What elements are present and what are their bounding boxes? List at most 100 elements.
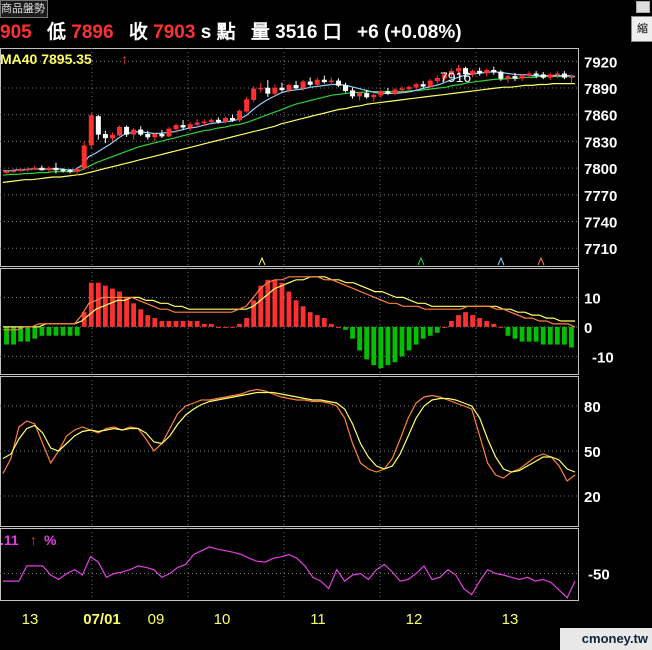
candle [152,134,158,138]
x-tick-label: 13 [22,611,39,628]
candle [512,76,518,79]
candle [328,80,334,83]
candle [378,91,384,96]
candle [526,73,532,76]
macd-bar [258,285,264,327]
macd-bar [159,321,165,327]
macd-bar [484,321,490,327]
candle [491,69,497,73]
indicator-arrow-icon: ↑ [30,532,37,548]
candle [215,119,221,123]
candle [159,134,165,137]
high-annotation: 7916 [440,69,471,85]
candle [568,76,574,78]
macd-bar [399,326,405,357]
macd-bar [378,326,384,369]
candle [350,90,356,97]
candle [46,167,52,171]
macd-bar [463,312,468,327]
candle [279,87,285,91]
candle [434,77,440,82]
candle [222,117,228,123]
macd-bar [74,326,80,336]
candle [18,169,24,172]
x-tick-label: 10 [214,611,231,628]
chart-canvas[interactable]: 7920 7890 7860 7830 7800 7770 7740 7710 7916 MA40… [0,0,652,650]
macd-bar [314,315,320,327]
macd-bar [138,309,144,327]
macd-bar [427,326,433,336]
candle [533,73,539,76]
macd-bar [180,321,186,327]
candle [173,125,179,130]
macd-bar [456,315,461,327]
candle [201,121,207,124]
macd-bar [230,326,235,328]
panel-frame [0,48,579,267]
candle [258,87,264,90]
y-tick-label: 7920 [584,54,617,71]
macd-bar [498,326,504,328]
candle [230,117,236,121]
macd-bar [392,326,398,363]
y-tick-label: 7890 [584,81,617,98]
candle [427,80,433,87]
candle [11,170,17,173]
candle [392,89,398,94]
candle [335,80,341,86]
macd-bar [434,326,440,333]
macd-bar [385,326,391,366]
candle [166,128,172,137]
indicator-legend: .11 [0,532,19,548]
macd-bar [470,315,476,327]
macd-bar [293,300,299,327]
macd-bar [201,323,207,327]
macd-bar [441,326,447,328]
candle [180,125,186,128]
candle [109,134,115,139]
x-tick-label: 07/01 [83,611,121,628]
macd-bar [286,291,292,327]
macd-bar [237,323,242,327]
macd-bar [131,303,137,327]
macd-bar [307,312,313,327]
y-tick-label: 7860 [584,108,617,125]
macd-bar [364,326,370,360]
x-tick-label: 11 [310,611,326,628]
macd-bar [420,326,426,339]
candle [286,85,292,91]
macd-bar [343,326,348,330]
candle [547,74,553,78]
macd-bar [533,326,539,342]
macd-bar [547,326,553,345]
macd-bar [336,326,341,328]
x-tick-label: 13 [502,611,519,628]
macd-bar [265,279,271,327]
macd-bar [554,326,560,345]
brand-label: cmoney.tw [581,631,648,646]
d-line [2,391,576,473]
macd-bar [110,288,115,327]
candle [420,84,426,87]
y-tick-label: -50 [588,566,610,583]
macd-bar [145,315,151,327]
macd-bar [244,318,250,327]
candle [342,85,348,92]
y-tick-label: -10 [592,349,614,366]
candle [300,81,306,89]
candle [554,73,560,76]
macd-bar [569,326,574,348]
candle [60,169,66,172]
candle [293,85,299,89]
macd-bar [272,279,278,327]
candle [145,134,151,138]
candle [194,122,200,125]
macd-bar [215,326,221,328]
macd-bar [223,326,228,328]
candle [498,71,504,79]
y-tick-label: 10 [584,290,601,307]
signal-marker [417,256,425,266]
candle [208,119,214,123]
macd-bar [491,323,497,327]
macd-bar [46,326,52,336]
